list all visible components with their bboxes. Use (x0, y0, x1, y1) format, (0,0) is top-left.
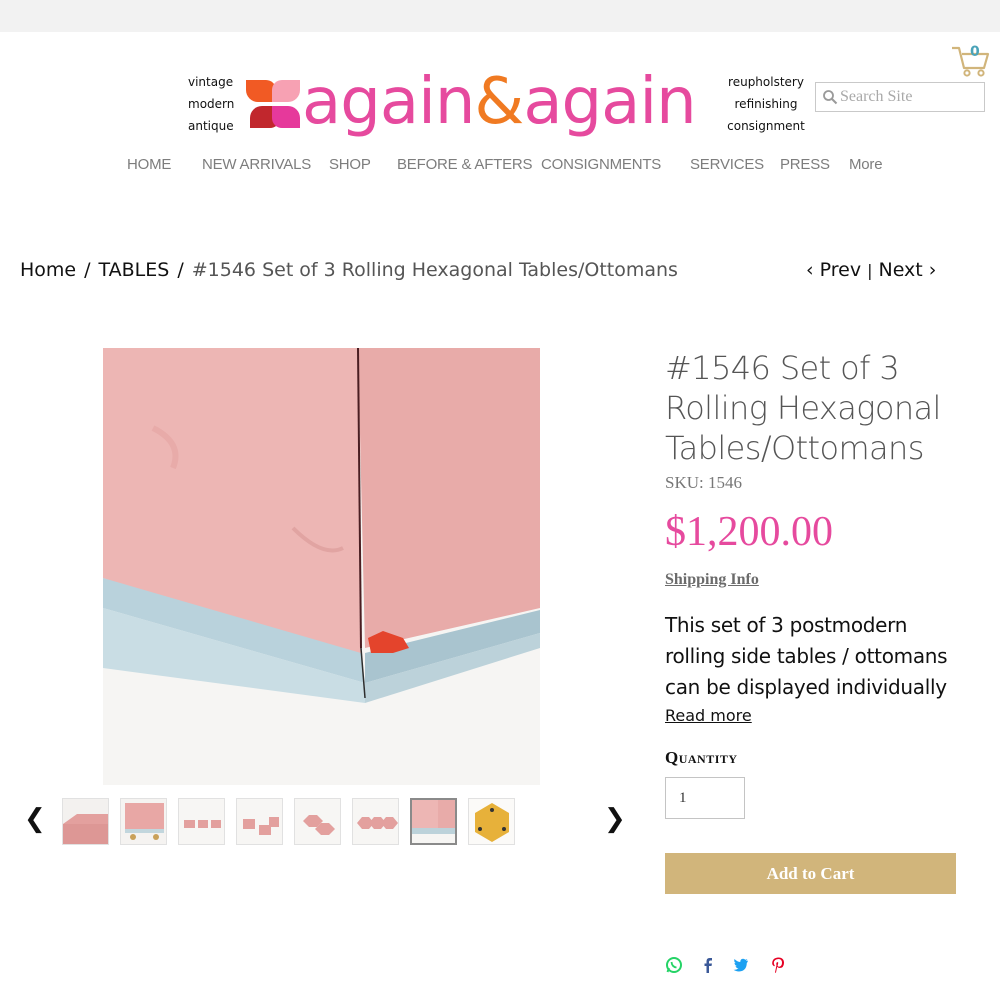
nav-press[interactable]: PRESS (780, 156, 830, 173)
thumbnail-1[interactable] (62, 798, 109, 845)
quantity-label: Quantity (665, 748, 738, 767)
thumbnails-next-arrow[interactable]: ❯ (604, 806, 626, 832)
tagline-modern: modern (188, 97, 235, 111)
description-line: can be displayed individually (665, 675, 947, 699)
tagline-consignment: consignment (727, 119, 805, 133)
nav-consignments[interactable]: CONSIGNMENTS (541, 156, 661, 173)
facebook-icon[interactable] (699, 956, 717, 974)
search-input[interactable] (840, 86, 980, 108)
whatsapp-icon[interactable] (665, 956, 683, 974)
tagline-right: reupholstery refinishing consignment (722, 71, 810, 137)
thumbnail-3[interactable] (178, 798, 225, 845)
nav-services[interactable]: SERVICES (690, 156, 764, 173)
thumbnails-prev-arrow[interactable]: ❮ (24, 806, 46, 832)
top-bar (0, 0, 1000, 32)
cart-count-badge[interactable]: 0 (970, 44, 980, 60)
site-search[interactable] (815, 82, 985, 112)
chevron-right-icon: › (922, 259, 937, 281)
thumbnail-2[interactable] (120, 798, 167, 845)
quantity-input[interactable] (665, 777, 745, 819)
tagline-antique: antique (188, 119, 234, 133)
pager-separator: | (867, 261, 873, 280)
breadcrumb-current: #1546 Set of 3 Rolling Hexagonal Tables/… (191, 259, 678, 281)
nav-home[interactable]: HOME (127, 156, 171, 173)
breadcrumb-home[interactable]: Home (20, 259, 76, 281)
chevron-left-icon: ‹ (806, 259, 820, 281)
thumbnail-6[interactable] (352, 798, 399, 845)
tagline-refinishing: refinishing (734, 97, 798, 111)
add-to-cart-button[interactable]: Add to Cart (665, 853, 956, 894)
logo-ampersand: & (474, 65, 524, 139)
pinterest-icon[interactable] (769, 956, 787, 974)
shipping-info-link[interactable]: Shipping Info (665, 571, 759, 589)
nav-new-arrivals[interactable]: NEW ARRIVALS (202, 156, 311, 173)
flower-logo-icon[interactable] (244, 78, 300, 130)
product-main-image[interactable] (103, 348, 540, 785)
nav-before-afters[interactable]: BEFORE & AFTERS (397, 156, 533, 173)
nav-shop[interactable]: SHOP (329, 156, 371, 173)
tagline-left: vintage modern antique (188, 71, 234, 137)
next-label: Next (878, 259, 923, 281)
twitter-icon[interactable] (732, 956, 750, 974)
tagline-reupholstery: reupholstery (728, 75, 804, 89)
product-title: #1546 Set of 3 Rolling Hexagonal Tables/… (665, 349, 941, 467)
read-more-link[interactable]: Read more (665, 706, 752, 725)
product-photo (103, 348, 540, 785)
product-price: $1,200.00 (665, 509, 833, 555)
tagline-vintage: vintage (188, 75, 234, 89)
breadcrumb: Home / TABLES / #1546 Set of 3 Rolling Hexag… (20, 259, 678, 281)
thumbnail-8[interactable] (468, 798, 515, 845)
logo-part-1: again (302, 65, 475, 139)
logo-part-2: again (523, 65, 696, 139)
description-line: rolling side tables / ottomans (665, 644, 948, 668)
nav-more[interactable]: More (849, 156, 883, 173)
prev-label: Prev (819, 259, 862, 281)
brand-logo-text[interactable]: again&again (302, 60, 697, 144)
thumbnail-5[interactable] (294, 798, 341, 845)
prev-link[interactable]: ‹ Prev (806, 259, 861, 281)
main-nav: HOME NEW ARRIVALS SHOP BEFORE & AFTERS C… (0, 156, 1000, 178)
breadcrumb-separator: / (177, 259, 184, 281)
product-pager: ‹ Prev | Next › (806, 259, 936, 281)
product-sku: SKU: 1546 (665, 473, 742, 492)
thumbnail-7-selected[interactable] (410, 798, 457, 845)
breadcrumb-tables[interactable]: TABLES (99, 259, 170, 281)
breadcrumb-separator: / (84, 259, 91, 281)
next-link[interactable]: Next › (878, 259, 936, 281)
product-description: This set of 3 postmodern rolling side ta… (665, 610, 965, 703)
thumbnail-4[interactable] (236, 798, 283, 845)
search-icon (823, 90, 838, 105)
description-line: This set of 3 postmodern (665, 613, 908, 637)
